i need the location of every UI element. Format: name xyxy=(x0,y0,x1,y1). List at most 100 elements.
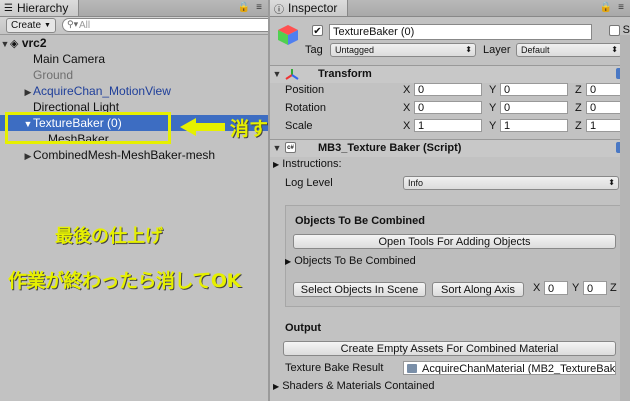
search-placeholder: All xyxy=(79,19,91,31)
shaders-foldout[interactable]: ▶ Shaders & Materials Contained xyxy=(273,380,434,392)
shaders-foldout-label: Shaders & Materials Contained xyxy=(282,380,435,392)
foldout-triangle-icon[interactable]: ▼ xyxy=(272,69,282,79)
dropdown-arrows-icon: ⬍ xyxy=(465,45,472,54)
lock-icon[interactable]: 🔒 xyxy=(600,2,612,13)
select-objects-button[interactable]: Select Objects In Scene xyxy=(293,282,426,297)
create-button[interactable]: Create ▼ xyxy=(6,18,56,33)
foldout-triangle-icon[interactable]: ▼ xyxy=(272,143,282,153)
collapsed-triangle-icon: ▶ xyxy=(285,257,292,266)
transform-axes-icon xyxy=(285,69,299,80)
sort-x-field[interactable]: 0 xyxy=(544,281,568,295)
log-level-label: Log Level xyxy=(285,177,333,189)
bake-result-label: Texture Bake Result xyxy=(285,362,384,374)
script-component-header[interactable]: ▼ c# MB3_Texture Baker (Script) xyxy=(270,139,630,157)
unity-scene-icon: ◈ xyxy=(10,38,19,50)
hierarchy-item-label: AcquireChan_MotionView xyxy=(33,84,171,98)
hierarchy-item-acquirechan[interactable]: ▶ AcquireChan_MotionView xyxy=(0,83,268,99)
log-level-dropdown[interactable]: Info ⬍ xyxy=(403,176,619,190)
sort-x-label: X xyxy=(533,282,541,294)
axis-x-label: X xyxy=(403,102,411,114)
inspector-tabbar: ⓘ Inspector 🔒 ≡ xyxy=(270,0,630,17)
hierarchy-icon: ☰ xyxy=(4,2,13,14)
layer-label: Layer xyxy=(483,44,511,56)
material-icon xyxy=(407,364,417,373)
scene-row[interactable]: ▼◈ vrc2 xyxy=(0,35,268,51)
scene-name: vrc2 xyxy=(21,36,47,50)
annotation-erase: 消す xyxy=(230,118,269,140)
create-empty-assets-button[interactable]: Create Empty Assets For Combined Materia… xyxy=(283,341,616,356)
arrow-stem xyxy=(195,123,225,131)
hierarchy-item-combinedmesh[interactable]: ▶ CombinedMesh-MeshBaker-mesh xyxy=(0,147,268,163)
instructions-foldout[interactable]: ▶ Instructions: xyxy=(273,158,342,170)
script-icon: c# xyxy=(285,142,296,153)
position-y-field[interactable]: 0 xyxy=(500,83,568,96)
search-icon: ⚲▾ xyxy=(67,19,79,29)
hierarchy-toolbar: Create ▼ ⚲▾ All xyxy=(0,17,280,35)
sort-z-label: Z xyxy=(610,282,617,294)
objects-foldout[interactable]: ▶ Objects To Be Combined xyxy=(285,255,416,267)
inspector-scrollbar[interactable] xyxy=(620,35,630,401)
open-tools-button[interactable]: Open Tools For Adding Objects xyxy=(293,234,616,249)
axis-z-label: Z xyxy=(575,102,582,114)
collapsed-triangle-icon[interactable]: ▶ xyxy=(23,84,33,100)
position-row: Position X 0 Y 0 Z 0 xyxy=(270,82,630,98)
collapsed-triangle-icon[interactable]: ▶ xyxy=(23,148,33,164)
layer-value: Default xyxy=(521,45,550,55)
log-level-value: Info xyxy=(408,178,424,188)
scale-label: Scale xyxy=(285,120,313,132)
bake-result-value: AcquireChanMaterial (MB2_TextureBake xyxy=(422,363,616,375)
sort-y-label: Y xyxy=(572,282,580,294)
rotation-x-field[interactable]: 0 xyxy=(414,101,482,114)
lock-icon[interactable]: 🔒 xyxy=(238,2,250,13)
position-x-field[interactable]: 0 xyxy=(414,83,482,96)
bake-result-field[interactable]: AcquireChanMaterial (MB2_TextureBake xyxy=(403,361,616,375)
instructions-label: Instructions: xyxy=(282,158,342,170)
hierarchy-tabbar: ☰ Hierarchy 🔒 ≡ xyxy=(0,0,268,17)
static-checkbox[interactable] xyxy=(608,24,620,36)
script-title: MB3_Texture Baker (Script) xyxy=(318,142,462,154)
hierarchy-item-label: Main Camera xyxy=(33,52,106,66)
info-icon: ⓘ xyxy=(274,4,284,16)
expand-triangle-icon[interactable]: ▼ xyxy=(0,36,10,52)
sort-along-axis-button[interactable]: Sort Along Axis xyxy=(432,282,524,297)
dropdown-arrows-icon: ⬍ xyxy=(608,178,615,187)
scale-y-field[interactable]: 1 xyxy=(500,119,568,132)
rotation-row: Rotation X 0 Y 0 Z 0 xyxy=(270,100,630,116)
axis-y-label: Y xyxy=(489,102,497,114)
dropdown-caret-icon: ▼ xyxy=(44,22,51,29)
hierarchy-item-label: Ground xyxy=(33,68,74,82)
annotation-final-touch: 最後の仕上げ xyxy=(55,226,163,247)
transform-title: Transform xyxy=(318,68,372,80)
rotation-y-field[interactable]: 0 xyxy=(500,101,568,114)
axis-z-label: Z xyxy=(575,84,582,96)
highlight-box xyxy=(5,112,171,144)
arrow-left-icon xyxy=(180,118,196,136)
objects-foldout-label: Objects To Be Combined xyxy=(294,255,416,267)
inspector-panel: ⓘ Inspector 🔒 ≡ ✔ TextureBaker (0) S Tag… xyxy=(270,0,630,401)
scale-x-field[interactable]: 1 xyxy=(414,119,482,132)
output-header: Output xyxy=(285,322,322,334)
hierarchy-item-ground[interactable]: Ground xyxy=(0,67,268,83)
axis-x-label: X xyxy=(403,120,411,132)
tag-dropdown[interactable]: Untagged ⬍ xyxy=(330,43,476,57)
tag-value: Untagged xyxy=(335,45,375,55)
hierarchy-item-main-camera[interactable]: Main Camera xyxy=(0,51,268,67)
hierarchy-tab[interactable]: ☰ Hierarchy xyxy=(0,0,80,16)
axis-x-label: X xyxy=(403,84,411,96)
hierarchy-item-label: CombinedMesh-MeshBaker-mesh xyxy=(33,148,216,162)
inspector-tab[interactable]: ⓘ Inspector xyxy=(270,0,349,16)
sort-y-field[interactable]: 0 xyxy=(583,281,607,295)
panel-menu-icon[interactable]: ≡ xyxy=(618,2,624,13)
hierarchy-search-input[interactable]: ⚲▾ All xyxy=(62,18,280,32)
object-name-field[interactable]: TextureBaker (0) xyxy=(329,24,592,40)
objects-header: Objects To Be Combined xyxy=(295,215,425,227)
collapsed-triangle-icon: ▶ xyxy=(273,382,280,391)
annotation-ok-when-done: 作業が終わったら消してOK xyxy=(8,270,241,292)
axis-y-label: Y xyxy=(489,120,497,132)
transform-header[interactable]: ▼ Transform xyxy=(270,65,630,83)
layer-dropdown[interactable]: Default ⬍ xyxy=(516,43,622,57)
scale-row: Scale X 1 Y 1 Z 1 xyxy=(270,118,630,134)
panel-menu-icon[interactable]: ≡ xyxy=(256,2,262,13)
active-checkbox[interactable]: ✔ xyxy=(312,25,323,37)
collapsed-triangle-icon: ▶ xyxy=(273,160,280,169)
